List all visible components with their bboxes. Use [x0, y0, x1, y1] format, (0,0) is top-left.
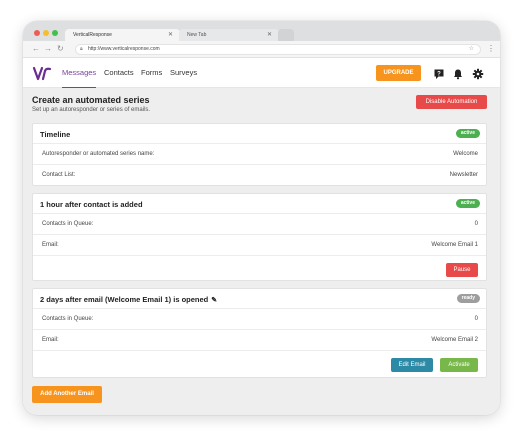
back-icon[interactable]: ← — [32, 44, 40, 54]
card-title-text: 2 days after email (Welcome Email 1) is … — [40, 295, 209, 304]
browser-tab[interactable]: New Tab ✕ — [179, 29, 279, 41]
close-tab-icon[interactable]: ✕ — [267, 29, 272, 41]
gear-icon[interactable] — [472, 67, 484, 80]
row-value: 0 — [474, 221, 478, 227]
row-value: Newsletter — [449, 172, 478, 178]
step-card-1: 1 hour after contact is added active Con… — [32, 193, 487, 281]
list-item: Email: Welcome Email 1 — [33, 235, 486, 256]
row-value: Welcome Email 1 — [431, 242, 478, 248]
app-header: Messages Contacts Forms Surveys UPGRADE … — [23, 58, 500, 89]
more-icon[interactable]: ⋮ — [487, 44, 495, 54]
minimize-window-button[interactable] — [43, 30, 49, 36]
browser-window: VerticalResponse ✕ New Tab ✕ ← → ↻ 🔒︎ ht… — [23, 21, 500, 415]
row-label: Email: — [42, 337, 59, 343]
url-input[interactable]: 🔒︎ http://www.verticalresponse.com ☆ — [75, 44, 481, 55]
upgrade-button[interactable]: UPGRADE — [376, 65, 421, 81]
reload-icon[interactable]: ↻ — [57, 44, 64, 54]
nav-contacts[interactable]: Contacts — [104, 68, 134, 77]
row-value: 0 — [474, 316, 478, 322]
tab-title: VerticalResponse — [73, 32, 112, 38]
page-subtitle: Set up an autoresponder or series of ema… — [32, 107, 151, 113]
browser-tab-active[interactable]: VerticalResponse ✕ — [65, 29, 180, 41]
nav-surveys[interactable]: Surveys — [170, 68, 197, 77]
row-label: Contacts in Queue: — [42, 221, 94, 227]
help-icon[interactable]: ? — [433, 67, 445, 79]
forward-icon[interactable]: → — [44, 44, 52, 54]
tab-title: New Tab — [187, 32, 207, 38]
row-value: Welcome — [453, 151, 478, 157]
step-card-2: 2 days after email (Welcome Email 1) is … — [32, 288, 487, 378]
bell-icon[interactable] — [452, 67, 464, 80]
lock-icon: 🔒︎ — [80, 46, 83, 52]
status-badge: active — [455, 129, 480, 138]
list-item: Contact List: Newsletter — [33, 165, 486, 186]
activate-button[interactable]: Activate — [440, 358, 478, 372]
row-label: Email: — [42, 242, 59, 248]
close-window-button[interactable] — [34, 30, 40, 36]
nav-forms[interactable]: Forms — [141, 68, 162, 77]
card-title: 2 days after email (Welcome Email 1) is … — [40, 295, 217, 304]
maximize-window-button[interactable] — [52, 30, 58, 36]
url-text: http://www.verticalresponse.com — [88, 46, 160, 52]
list-item: Contacts in Queue: 0 — [33, 309, 486, 330]
new-tab-button[interactable] — [278, 29, 294, 41]
card-header: 2 days after email (Welcome Email 1) is … — [33, 289, 486, 309]
logo[interactable] — [32, 64, 52, 82]
card-title: 1 hour after contact is added — [40, 200, 143, 209]
card-header: 1 hour after contact is added active — [33, 194, 486, 214]
add-another-email-button[interactable]: Add Another Email — [32, 386, 102, 403]
card-header: Timeline active — [33, 124, 486, 144]
disable-automation-button[interactable]: Disable Automation — [416, 95, 487, 109]
address-bar: ← → ↻ 🔒︎ http://www.verticalresponse.com… — [23, 41, 500, 58]
status-badge: ready — [456, 294, 480, 303]
edit-email-button[interactable]: Edit Email — [391, 358, 433, 372]
logo-mark — [32, 66, 52, 81]
close-tab-icon[interactable]: ✕ — [168, 29, 173, 41]
list-item: Contacts in Queue: 0 — [33, 214, 486, 235]
status-badge: active — [455, 199, 480, 208]
row-value: Welcome Email 2 — [431, 337, 478, 343]
star-icon[interactable]: ☆ — [469, 45, 474, 54]
timeline-card: Timeline active Autoresponder or automat… — [32, 123, 487, 186]
nav-messages[interactable]: Messages — [62, 68, 97, 89]
card-title: Timeline — [40, 130, 71, 139]
page-title: Create an automated series — [32, 95, 150, 105]
svg-text:?: ? — [437, 71, 441, 77]
list-item: Email: Welcome Email 2 — [33, 330, 486, 351]
pause-button[interactable]: Pause — [446, 263, 478, 277]
row-label: Autoresponder or automated series name: — [42, 151, 155, 157]
tab-strip: VerticalResponse ✕ New Tab ✕ — [23, 21, 500, 41]
list-item: Autoresponder or automated series name: … — [33, 144, 486, 165]
row-label: Contact List: — [42, 172, 76, 178]
row-label: Contacts in Queue: — [42, 316, 94, 322]
main-content: Create an automated series Set up an aut… — [23, 88, 500, 415]
pencil-icon[interactable]: ✎ — [211, 297, 217, 304]
